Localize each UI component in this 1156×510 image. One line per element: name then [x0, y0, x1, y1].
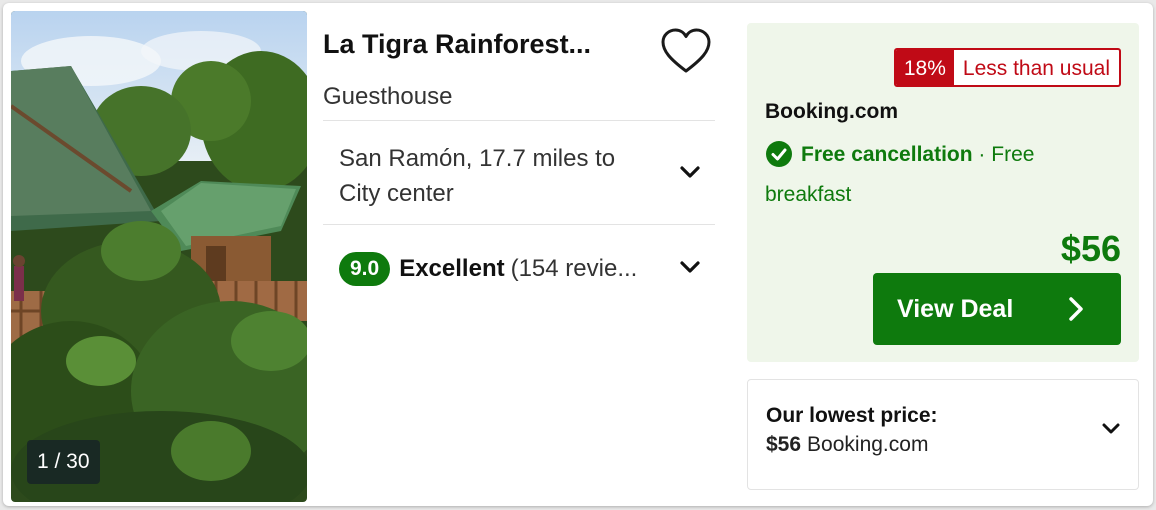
rating-label: Excellent [399, 255, 505, 282]
view-deal-button[interactable]: View Deal [873, 273, 1121, 345]
hotel-card: 1 / 30 La Tigra Rainforest... Guesthouse… [3, 3, 1153, 506]
lowest-price-title: Our lowest price: [766, 404, 938, 427]
lowest-price-line: $56 Booking.com [766, 433, 928, 457]
property-type: Guesthouse [323, 83, 453, 110]
rainforest-image [11, 11, 307, 502]
deal-price: $56 [1060, 228, 1121, 269]
heart-icon[interactable] [660, 27, 712, 75]
free-cancellation-text: Free cancellation [801, 143, 973, 166]
deal-provider: Booking.com [765, 100, 899, 123]
hotel-name[interactable]: La Tigra Rainforest... [323, 29, 643, 60]
location-text: San Ramón, 17.7 miles to City center [339, 145, 616, 207]
deal-perks: Free cancellation · Free breakfast [765, 135, 1105, 215]
discount-label: Less than usual [962, 57, 1110, 80]
check-circle-icon [766, 141, 792, 167]
lowest-price-box[interactable]: Our lowest price: $56 Booking.com [747, 379, 1139, 490]
rating-row[interactable]: 9.0 Excellent (154 revie... [339, 251, 653, 287]
chevron-right-icon [1069, 297, 1083, 321]
divider [323, 120, 715, 121]
divider [323, 224, 715, 225]
view-deal-label: View Deal [897, 294, 1014, 323]
chevron-down-icon[interactable] [1096, 413, 1126, 443]
discount-badge: 18% Less than usual [893, 48, 1121, 87]
review-count: (154 revie... [510, 255, 638, 282]
lowest-price-value: $56 [766, 433, 802, 456]
rating-score-badge: 9.0 [339, 252, 391, 286]
chevron-down-icon[interactable] [675, 157, 705, 187]
discount-percent: 18% [895, 50, 954, 85]
chevron-down-icon[interactable] [675, 252, 705, 282]
deal-box: 18% Less than usual Booking.com Free can… [747, 23, 1139, 362]
photo-counter: 1 / 30 [27, 440, 100, 484]
hotel-photo[interactable]: 1 / 30 [11, 11, 307, 502]
lowest-price-provider: Booking.com [807, 433, 929, 456]
